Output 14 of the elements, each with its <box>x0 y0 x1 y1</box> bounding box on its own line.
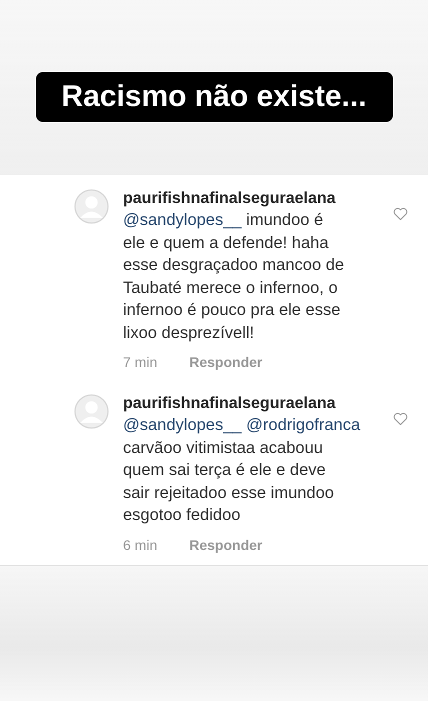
comment-time: 6 min <box>123 536 158 552</box>
username[interactable]: paurifishnafinalseguraelana <box>123 189 393 209</box>
like-icon[interactable] <box>393 207 408 221</box>
mention-link[interactable]: @sandylopes__ <box>123 416 242 434</box>
comment-time: 7 min <box>123 354 158 370</box>
avatar-icon[interactable] <box>74 394 109 429</box>
like-icon[interactable] <box>393 412 408 426</box>
comment-text: @sandylopes__ imundoo é ele e quem a defende! haha esse desgraçadoo mancoo de Taubaté merece o infernoo, o infernoo é pouco pra ele esse lixoo desprezívell! <box>123 210 346 344</box>
comment-text: @sandylopes__ @rodrigofranca carvãoo vitimistaa acabouu quem sai terça é ele e deve sair rejeitadoo esse imundoo esgotoo fedidoo <box>123 415 362 526</box>
mention-link[interactable]: @rodrigofranca <box>246 416 360 434</box>
username[interactable]: paurifishnafinalseguraelana <box>123 394 393 414</box>
mention-link[interactable]: @sandylopes__ <box>123 211 242 229</box>
avatar-icon[interactable] <box>74 189 109 224</box>
story-caption: Racismo não existe... <box>36 72 392 122</box>
